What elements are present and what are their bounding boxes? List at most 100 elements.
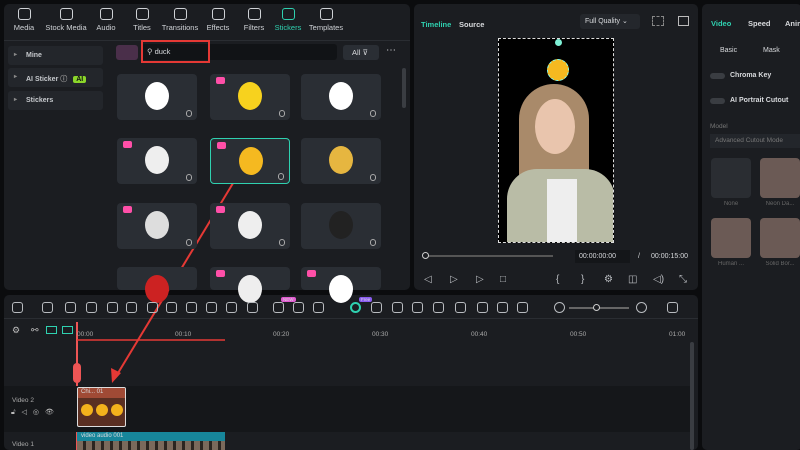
toolbar-templates[interactable]: Templates (304, 8, 348, 32)
duck-sticker-thumb (329, 275, 353, 303)
duck-sticker-thumb (239, 147, 263, 175)
detach-icon[interactable] (412, 302, 423, 313)
premium-icon (216, 206, 225, 213)
cutout-preset[interactable] (760, 218, 800, 258)
ruler-tick-label: 00:30 (372, 331, 389, 338)
duck-sticker-thumb (329, 146, 353, 174)
download-icon[interactable] (370, 110, 376, 117)
duck-sticker-thumb (145, 211, 169, 239)
ruler-tick-label: 00:40 (471, 331, 488, 338)
ruler-tick-label: 01:00 (669, 331, 686, 338)
toolbar-label: Filters (243, 23, 265, 32)
premium-icon (307, 270, 316, 277)
stickers-icon (281, 8, 295, 20)
ruler-tick-label: 00:00 (77, 331, 94, 338)
duck-sticker-thumb (238, 211, 262, 239)
transitions-icon (173, 8, 187, 20)
cutout-preset[interactable] (760, 158, 800, 198)
toolbar-label: Stickers (274, 23, 302, 32)
cutout-preset[interactable] (711, 158, 751, 198)
download-icon[interactable] (279, 110, 285, 117)
filters-icon (247, 8, 261, 20)
layout-icon[interactable] (12, 302, 23, 313)
speed-icon[interactable] (206, 302, 217, 313)
sticker-tile[interactable] (210, 203, 290, 249)
replace-icon[interactable] (497, 302, 508, 313)
sticker-tile[interactable] (210, 74, 290, 120)
undo-icon[interactable] (65, 302, 76, 313)
download-icon[interactable] (186, 174, 192, 181)
text-icon[interactable] (166, 302, 177, 313)
premium-icon (217, 142, 226, 149)
toolbar-label: Stock Media (45, 23, 87, 32)
premium-icon (216, 270, 225, 277)
timer-icon[interactable] (226, 302, 237, 313)
preset-label: Human ... (717, 261, 744, 267)
sticker-tile[interactable] (210, 138, 290, 184)
sticker-tile[interactable] (117, 74, 197, 120)
ruler-tick-label: 00:50 (570, 331, 587, 338)
stock-media-icon (59, 8, 73, 20)
duck-sticker-thumb (329, 211, 353, 239)
sticker-tile[interactable] (117, 138, 197, 184)
toolbar-label: Titles (133, 23, 151, 32)
preset-label: None (723, 201, 739, 207)
audio-icon (99, 8, 113, 20)
effects-icon (211, 8, 225, 20)
sticker-tile[interactable] (117, 203, 197, 249)
duck-sticker-thumb (145, 82, 169, 110)
sticker-tile[interactable] (210, 267, 290, 303)
more-icon[interactable] (313, 302, 324, 313)
crop-icon[interactable] (147, 302, 158, 313)
select-icon[interactable] (42, 302, 53, 313)
delete-icon[interactable] (107, 302, 118, 313)
ai-tools-icon[interactable] (293, 302, 304, 313)
keyframe-icon[interactable] (273, 302, 284, 313)
zoom-in-icon[interactable] (636, 302, 647, 313)
zoom-out-icon[interactable] (554, 302, 565, 313)
ruler-tick-label: 00:10 (175, 331, 192, 338)
preset-label: Solid Bor... (765, 261, 795, 267)
download-icon[interactable] (370, 239, 376, 246)
duck-sticker-thumb (145, 275, 169, 303)
export-clip-icon[interactable] (392, 302, 403, 313)
download-icon[interactable] (186, 239, 192, 246)
shield-icon[interactable] (433, 302, 444, 313)
duck-sticker-thumb (238, 82, 262, 110)
transition-icon[interactable] (247, 302, 258, 313)
fit-icon[interactable] (517, 302, 528, 313)
duck-sticker-thumb (329, 82, 353, 110)
duck-sticker-thumb (145, 146, 169, 174)
record-icon[interactable] (455, 302, 466, 313)
sticker-tile[interactable] (301, 267, 381, 303)
mask-icon[interactable] (186, 302, 197, 313)
sticker-tile[interactable] (117, 267, 197, 303)
cutout-preset[interactable] (711, 218, 751, 258)
download-icon[interactable] (370, 174, 376, 181)
titles-icon (135, 8, 149, 20)
preset-label: Neon Da... (765, 201, 795, 207)
split-audio-icon[interactable] (371, 302, 382, 313)
toolbar-label: Audio (96, 23, 116, 32)
sticker-tile[interactable] (301, 203, 381, 249)
premium-icon (216, 77, 225, 84)
toolbar-media[interactable]: Media (2, 8, 46, 32)
download-icon[interactable] (279, 239, 285, 246)
grid-icon[interactable] (667, 302, 678, 313)
toolbar-stock-media[interactable]: Stock Media (44, 8, 88, 32)
download-icon[interactable] (186, 110, 192, 117)
cut-icon[interactable] (126, 302, 137, 313)
ruler-tick-label: 00:20 (273, 331, 290, 338)
toolbar-label: Effects (206, 23, 230, 32)
premium-icon (123, 141, 132, 148)
sticker-tile[interactable] (301, 74, 381, 120)
mixer-icon[interactable] (477, 302, 488, 313)
toolbar-label: Media (13, 23, 35, 32)
toolbar-label: Templates (308, 23, 344, 32)
sticker-tile[interactable] (301, 138, 381, 184)
media-icon (17, 8, 31, 20)
templates-icon (319, 8, 333, 20)
redo-icon[interactable] (86, 302, 97, 313)
download-icon[interactable] (278, 173, 284, 180)
toolbar-label: Transitions (161, 23, 199, 32)
